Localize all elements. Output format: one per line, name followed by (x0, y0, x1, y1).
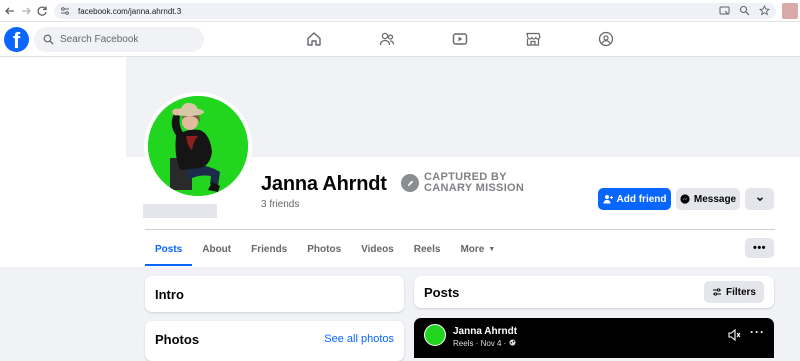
header-divider (145, 229, 775, 230)
messenger-icon (680, 194, 690, 204)
url-text: facebook.com/janna.ahrndt.3 (78, 6, 182, 16)
photos-card: Photos See all photos (145, 321, 404, 361)
add-friend-button[interactable]: Add friend (598, 188, 671, 210)
post-author-avatar[interactable] (424, 324, 446, 346)
friends-icon[interactable] (375, 28, 399, 50)
watermark: CAPTURED BY CANARY MISSION (401, 172, 524, 194)
marketplace-icon[interactable] (521, 28, 545, 50)
site-info-icon[interactable] (60, 6, 70, 16)
see-all-photos-link[interactable]: See all photos (324, 333, 394, 345)
canary-seal-icon (401, 174, 419, 192)
post-author-name[interactable]: Janna Ahrndt (453, 326, 517, 337)
groups-icon[interactable] (594, 28, 618, 50)
filters-icon (712, 288, 721, 296)
tab-reels[interactable]: Reels (404, 233, 451, 265)
tab-about[interactable]: About (192, 233, 241, 265)
browser-toolbar: facebook.com/janna.ahrndt.3 (0, 0, 800, 22)
back-icon[interactable] (2, 3, 18, 19)
watermark-line2: CANARY MISSION (424, 182, 525, 194)
reel-post[interactable]: Janna Ahrndt Reels · Nov 4 · ··· (414, 318, 774, 358)
more-dots-icon: ••• (752, 242, 767, 254)
bookmark-star-icon[interactable] (759, 5, 770, 16)
browser-profile-avatar[interactable] (782, 3, 798, 19)
filters-button[interactable]: Filters (703, 281, 764, 303)
reload-icon[interactable] (34, 3, 50, 19)
tab-friends[interactable]: Friends (241, 233, 297, 265)
forward-icon[interactable] (18, 3, 34, 19)
message-button[interactable]: Message (676, 188, 740, 210)
add-friend-label: Add friend (616, 193, 667, 205)
search-placeholder: Search Facebook (60, 34, 139, 45)
main-nav (290, 28, 620, 50)
tab-photos[interactable]: Photos (297, 233, 351, 265)
caret-down-icon: ▼ (488, 245, 496, 253)
post-options-icon[interactable]: ··· (750, 325, 765, 339)
search-icon (43, 34, 54, 45)
message-label: Message (693, 193, 737, 205)
photos-title: Photos (155, 332, 200, 347)
profile-photo (148, 96, 248, 196)
posts-title: Posts (424, 285, 460, 300)
post-meta: Reels · Nov 4 · (453, 339, 516, 348)
watermark-text: CAPTURED BY CANARY MISSION (424, 172, 524, 194)
search-input[interactable]: Search Facebook (34, 27, 204, 52)
profile-name: Janna Ahrndt (261, 173, 387, 195)
watch-icon[interactable] (448, 28, 472, 50)
profile-tabs: Posts About Friends Photos Videos Reels … (145, 233, 505, 266)
address-bar[interactable]: facebook.com/janna.ahrndt.3 (54, 3, 776, 19)
intro-title: Intro (155, 287, 184, 302)
add-friend-icon (603, 195, 613, 204)
facebook-logo[interactable]: f (4, 27, 29, 52)
tab-more-label: More (460, 243, 485, 255)
posts-header-card: Posts Filters (414, 276, 774, 308)
globe-icon (509, 339, 516, 346)
cast-icon[interactable] (719, 5, 730, 16)
tab-more[interactable]: More ▼ (450, 233, 505, 265)
filters-label: Filters (725, 286, 756, 298)
intro-card: Intro (145, 276, 404, 312)
tab-videos[interactable]: Videos (351, 233, 404, 265)
zoom-icon[interactable] (739, 5, 750, 16)
tab-posts[interactable]: Posts (145, 233, 193, 266)
avatar[interactable] (148, 96, 248, 196)
chevron-down-icon (756, 197, 763, 202)
redacted-area (143, 204, 217, 218)
tabs-overflow-button[interactable]: ••• (745, 238, 774, 258)
mute-icon[interactable] (727, 328, 741, 342)
friends-count[interactable]: 3 friends (261, 199, 299, 210)
profile-more-button[interactable] (745, 188, 774, 210)
left-margin (0, 57, 126, 267)
post-meta-text: Reels · Nov 4 · (453, 339, 509, 348)
facebook-header: f Search Facebook (0, 22, 800, 57)
home-icon[interactable] (302, 28, 326, 50)
